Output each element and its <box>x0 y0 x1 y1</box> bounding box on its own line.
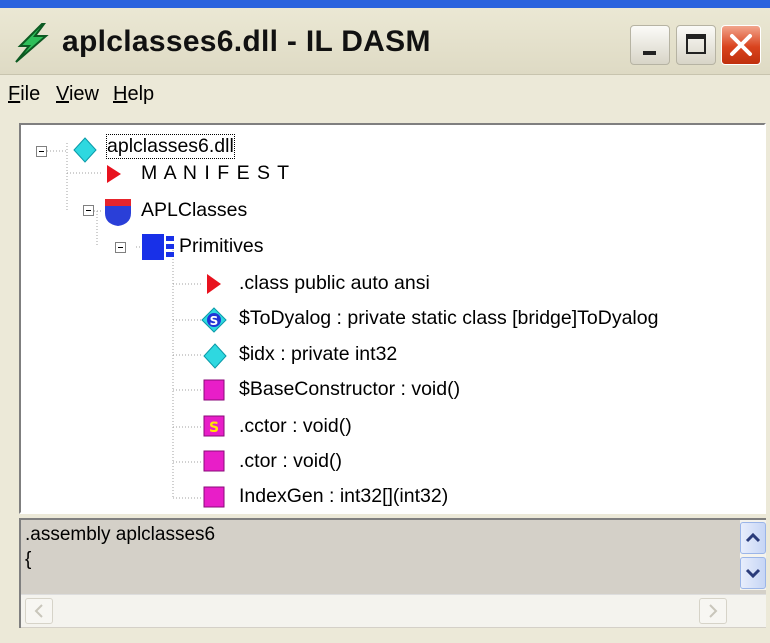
red-triangle-icon <box>107 165 121 183</box>
chevron-left-icon <box>34 604 43 618</box>
scroll-left-button[interactable] <box>25 598 53 624</box>
field-diamond-icon <box>203 343 227 369</box>
method-icon <box>203 486 225 508</box>
scroll-right-button[interactable] <box>699 598 727 624</box>
ildasm-lightning-icon <box>15 23 49 63</box>
title-bar-top-edge <box>0 0 770 8</box>
tree-node-class[interactable]: Primitives <box>179 235 264 258</box>
menu-view-mnemonic: V <box>56 83 69 105</box>
menu-help-mnemonic: H <box>113 83 128 105</box>
static-field-icon: S <box>201 307 227 333</box>
window-title: aplclasses6.dll - IL DASM <box>62 25 431 58</box>
minimize-button[interactable] <box>630 25 670 65</box>
menu-view[interactable]: View <box>56 83 99 106</box>
tree-node-namespace[interactable]: APLClasses <box>141 199 247 222</box>
class-icon <box>142 234 174 260</box>
static-method-icon: S <box>203 415 225 437</box>
minimize-icon <box>643 51 656 55</box>
red-triangle-icon <box>207 274 221 294</box>
horizontal-scrollbar[interactable] <box>21 594 766 627</box>
menu-help[interactable]: Help <box>113 83 154 106</box>
chevron-right-icon <box>709 604 718 618</box>
close-icon <box>730 34 752 56</box>
menu-file-mnemonic: F <box>8 83 21 105</box>
chevron-up-icon <box>745 532 761 543</box>
collapse-class-toggle[interactable] <box>115 242 126 253</box>
close-button[interactable] <box>721 25 761 65</box>
assembly-diamond-icon <box>73 137 97 163</box>
scroll-down-button[interactable] <box>740 557 766 589</box>
tree-view[interactable]: aplclasses6.dll M A N I F E S T APLClass… <box>19 123 766 514</box>
tree-member-6[interactable]: IndexGen : int32[](int32) <box>239 485 448 508</box>
tree-member-5[interactable]: .ctor : void() <box>239 450 342 473</box>
collapse-root-toggle[interactable] <box>36 146 47 157</box>
tree-node-manifest[interactable]: M A N I F E S T <box>141 162 290 185</box>
menu-bar: File View Help <box>0 75 770 115</box>
il-code-text: .assembly aplclasses6 { <box>25 522 215 572</box>
vertical-scrollbar[interactable] <box>740 520 766 590</box>
title-bar[interactable]: aplclasses6.dll - IL DASM <box>0 8 770 75</box>
menu-help-label: elp <box>127 83 155 105</box>
tree-member-4[interactable]: .cctor : void() <box>239 415 352 438</box>
method-icon <box>203 379 225 401</box>
method-icon <box>203 450 225 472</box>
tree-member-3[interactable]: $BaseConstructor : void() <box>239 378 460 401</box>
menu-file[interactable]: File <box>8 83 40 106</box>
il-code-panel[interactable]: .assembly aplclasses6 { <box>19 518 766 628</box>
maximize-button[interactable] <box>676 25 716 65</box>
il-code-line-1: .assembly aplclasses6 <box>25 524 216 545</box>
tree-node-root[interactable]: aplclasses6.dll <box>106 134 235 159</box>
menu-file-label: ile <box>20 83 41 105</box>
scroll-up-button[interactable] <box>740 522 766 554</box>
namespace-shield-icon <box>105 199 131 226</box>
tree-member-0[interactable]: .class public auto ansi <box>239 272 430 295</box>
maximize-icon <box>686 34 706 54</box>
tree-member-1[interactable]: $ToDyalog : private static class [bridge… <box>239 307 658 330</box>
chevron-down-icon <box>745 568 761 579</box>
menu-view-label: iew <box>68 83 99 105</box>
window-bottom-edge <box>0 630 770 643</box>
collapse-namespace-toggle[interactable] <box>83 205 94 216</box>
svg-text:S: S <box>209 420 219 436</box>
tree-member-2[interactable]: $idx : private int32 <box>239 343 397 366</box>
svg-text:S: S <box>210 314 219 328</box>
il-code-line-2: { <box>25 549 32 570</box>
